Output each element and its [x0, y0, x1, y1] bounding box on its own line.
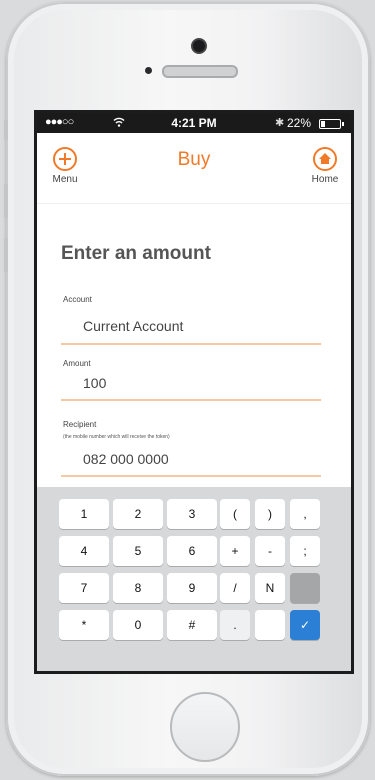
front-camera	[193, 40, 205, 52]
key-5[interactable]: 5	[113, 536, 163, 566]
menu-label: Menu	[52, 174, 78, 185]
key-4[interactable]: 4	[59, 536, 109, 566]
key-1[interactable]: 1	[59, 499, 109, 529]
key-hash[interactable]: #	[167, 610, 217, 640]
key-period[interactable]: .	[220, 610, 250, 640]
key-backspace[interactable]	[290, 573, 320, 603]
account-label: Account	[63, 295, 92, 304]
volume-down-button	[4, 238, 8, 272]
key-7[interactable]: 7	[59, 573, 109, 603]
app-screen: ●●●○○ 4:21 PM ✱ 22% Menu Buy Home Enter …	[37, 113, 351, 671]
account-field[interactable]: Current Account	[83, 318, 183, 334]
checkmark-icon: ✓	[299, 618, 311, 632]
key-6[interactable]: 6	[167, 536, 217, 566]
key-open-paren[interactable]: (	[220, 499, 250, 529]
key-asterisk[interactable]: *	[59, 610, 109, 640]
key-9[interactable]: 9	[167, 573, 217, 603]
navigation-bar: Menu Buy Home	[37, 133, 351, 204]
account-underline	[61, 343, 321, 345]
proximity-sensor	[145, 67, 152, 74]
status-bar: ●●●○○ 4:21 PM ✱ 22%	[37, 113, 351, 133]
key-3[interactable]: 3	[167, 499, 217, 529]
earpiece-speaker	[162, 65, 238, 78]
key-slash[interactable]: /	[220, 573, 250, 603]
key-close-paren[interactable]: )	[255, 499, 285, 529]
recipient-underline	[61, 475, 321, 477]
key-8[interactable]: 8	[113, 573, 163, 603]
home-label: Home	[311, 174, 339, 185]
battery-percentage: 22%	[287, 116, 312, 130]
numeric-keyboard: 1 2 3 ( ) , 4 5 6 + - ; 7 8 9 / N * 0 # …	[37, 487, 351, 671]
battery-level	[321, 121, 325, 127]
key-comma[interactable]: ,	[290, 499, 320, 529]
key-semicolon[interactable]: ;	[290, 536, 320, 566]
battery-icon	[319, 119, 344, 129]
recipient-field[interactable]: 082 000 0000	[83, 451, 169, 467]
home-button[interactable]	[170, 692, 240, 762]
key-blank[interactable]	[255, 610, 285, 640]
amount-underline	[61, 399, 321, 401]
home-icon	[313, 147, 337, 171]
bluetooth-icon: ✱	[275, 117, 285, 129]
key-n[interactable]: N	[255, 573, 285, 603]
confirm-button[interactable]: ✓	[290, 610, 320, 640]
key-minus[interactable]: -	[255, 536, 285, 566]
key-0[interactable]: 0	[113, 610, 163, 640]
key-plus[interactable]: +	[220, 536, 250, 566]
amount-field[interactable]: 100	[83, 375, 106, 391]
form-heading: Enter an amount	[61, 243, 211, 264]
key-2[interactable]: 2	[113, 499, 163, 529]
home-nav-button[interactable]: Home	[305, 147, 345, 185]
volume-up-button	[4, 184, 8, 218]
recipient-hint: (the mobile number which will receive th…	[63, 434, 170, 440]
page-title: Buy	[177, 149, 211, 170]
amount-label: Amount	[63, 359, 91, 368]
recipient-label: Recipient	[63, 420, 97, 429]
mute-switch	[4, 120, 8, 140]
